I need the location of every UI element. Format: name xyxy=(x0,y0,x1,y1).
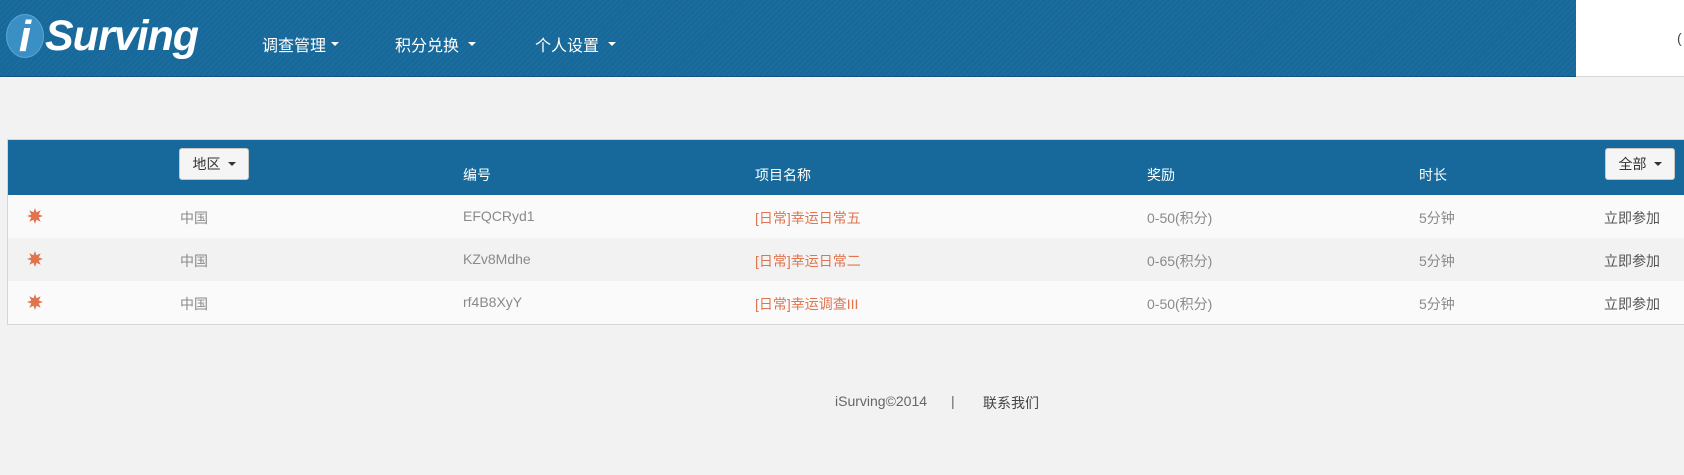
row-survey-name-link[interactable]: [日常]幸运调查III xyxy=(755,294,858,314)
all-filter-label: 全部 xyxy=(1618,156,1647,172)
starburst-icon xyxy=(27,294,43,310)
table-row: 中国 EFQCRyd1 [日常]幸运日常五 0-50(积分) 5分钟 立即参加 xyxy=(8,195,1684,238)
chevron-down-icon xyxy=(1653,162,1662,166)
header-right-text: ( xyxy=(1677,30,1682,46)
all-filter-button[interactable]: 全部 xyxy=(1605,148,1675,180)
footer-separator: | xyxy=(951,393,955,409)
row-reward: 0-50(积分) xyxy=(1147,210,1213,226)
row-survey-name-link[interactable]: [日常]幸运日常五 xyxy=(755,208,861,228)
nav-survey-management[interactable]: 调查管理 xyxy=(262,32,340,56)
nav-personal-settings-label: 个人设置 xyxy=(535,38,600,55)
logo-i-circle: i xyxy=(6,14,44,59)
join-now-link[interactable]: 立即参加 xyxy=(1604,294,1660,314)
starburst-icon xyxy=(27,208,43,224)
join-now-link[interactable]: 立即参加 xyxy=(1604,208,1660,228)
column-header-name: 项目名称 xyxy=(755,167,811,183)
region-filter-label: 地区 xyxy=(192,156,221,172)
row-survey-name-link[interactable]: [日常]幸运日常二 xyxy=(755,251,861,271)
table-header: 地区 编号 项目名称 奖励 时长 全部 xyxy=(8,140,1684,195)
nav-points-exchange[interactable]: 积分兑换 xyxy=(395,32,477,56)
header-right-panel: ( xyxy=(1576,0,1684,77)
chevron-down-icon xyxy=(331,42,340,46)
column-header-reward: 奖励 xyxy=(1147,167,1175,183)
row-region: 中国 xyxy=(180,253,208,269)
chevron-down-icon xyxy=(468,42,477,46)
footer-copyright: iSurving©2014 xyxy=(835,393,928,409)
chevron-down-icon xyxy=(608,42,617,46)
row-reward: 0-65(积分) xyxy=(1147,253,1213,269)
table-row: 中国 rf4B8XyY [日常]幸运调查III 0-50(积分) 5分钟 立即参… xyxy=(8,281,1684,324)
nav-points-exchange-label: 积分兑换 xyxy=(395,38,460,55)
brand-logo[interactable]: i Surving xyxy=(6,8,199,64)
row-id: rf4B8XyY xyxy=(463,294,523,310)
row-region: 中国 xyxy=(180,210,208,226)
starburst-icon xyxy=(27,251,43,267)
region-filter-button[interactable]: 地区 xyxy=(179,148,249,180)
survey-table: 地区 编号 项目名称 奖励 时长 全部 中国 EFQCRyd1 [日常]幸运日常… xyxy=(7,139,1684,325)
column-header-id: 编号 xyxy=(463,167,491,183)
nav-personal-settings[interactable]: 个人设置 xyxy=(535,32,617,56)
chevron-down-icon xyxy=(227,162,236,166)
row-duration: 5分钟 xyxy=(1419,210,1455,226)
nav-survey-management-label: 调查管理 xyxy=(262,38,327,55)
row-duration: 5分钟 xyxy=(1419,253,1455,269)
row-region: 中国 xyxy=(180,296,208,312)
row-reward: 0-50(积分) xyxy=(1147,296,1213,312)
row-id: KZv8Mdhe xyxy=(463,251,531,267)
join-now-link[interactable]: 立即参加 xyxy=(1604,251,1660,271)
column-header-duration: 时长 xyxy=(1419,167,1447,183)
contact-us-link[interactable]: 联系我们 xyxy=(983,393,1039,413)
row-duration: 5分钟 xyxy=(1419,296,1455,312)
top-navbar: i Surving 调查管理 积分兑换 个人设置 xyxy=(0,0,1576,77)
row-id: EFQCRyd1 xyxy=(463,208,535,224)
table-row: 中国 KZv8Mdhe [日常]幸运日常二 0-65(积分) 5分钟 立即参加 xyxy=(8,238,1684,281)
logo-text: Surving xyxy=(45,11,199,60)
